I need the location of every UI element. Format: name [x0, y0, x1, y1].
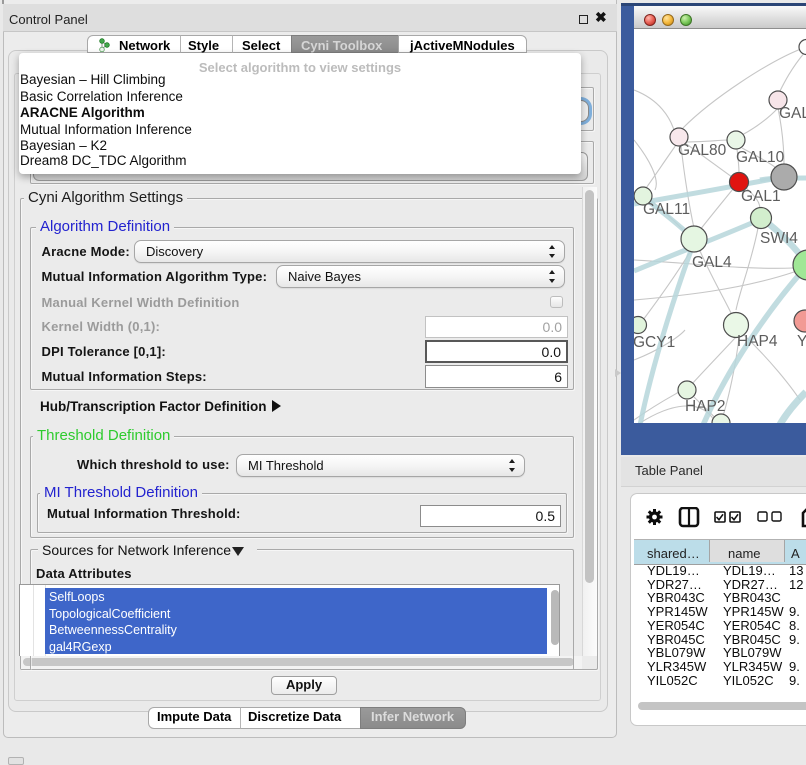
- svg-text:GAL2: GAL2: [779, 105, 806, 122]
- svg-text:GAL80: GAL80: [678, 142, 727, 159]
- svg-text:GAL11: GAL11: [643, 201, 690, 218]
- svg-text:SWI4: SWI4: [760, 230, 798, 247]
- svg-text:GCY1: GCY1: [634, 334, 675, 351]
- svg-text:HAP2: HAP2: [685, 398, 726, 415]
- svg-text:GAL1: GAL1: [741, 188, 781, 205]
- svg-text:GAL4: GAL4: [692, 254, 732, 271]
- svg-text:HAP4: HAP4: [737, 333, 778, 350]
- svg-text:GAL10: GAL10: [736, 149, 785, 166]
- svg-text:YB: YB: [797, 333, 806, 350]
